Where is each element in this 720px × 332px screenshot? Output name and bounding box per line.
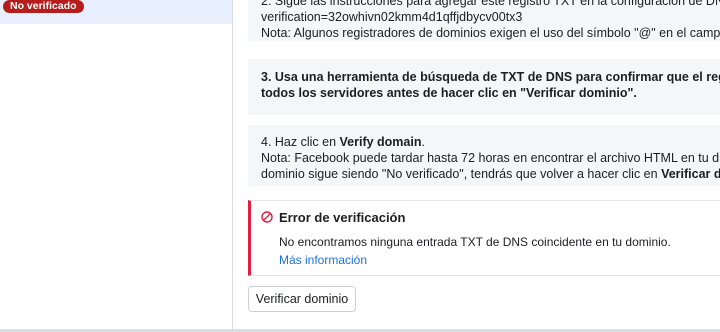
step-4-note: Nota: Facebook puede tardar hasta 72 hor… (261, 151, 720, 165)
verification-error-box: Error de verificación No encontramos nin… (248, 200, 720, 276)
main-panel: 2. Sigue las instrucciones para agregar … (233, 0, 720, 332)
step-2-line-1: 2. Sigue las instrucciones para agregar … (261, 0, 720, 8)
verify-domain-button[interactable]: Verificar dominio (248, 286, 356, 312)
step-2-verification-code: verification=32owhivn02kmm4d1qffjdbycv00… (261, 10, 523, 24)
status-badge: No verificado (3, 0, 84, 13)
selected-domain-row[interactable]: No verificado (0, 0, 232, 24)
error-message: No encontramos ninguna entrada TXT de DN… (279, 235, 671, 249)
step-3: 3. Usa una herramienta de búsqueda de TX… (248, 59, 720, 115)
step-3-line-2: todos los servidores antes de hacer clic… (261, 86, 637, 100)
step-3-line-1: 3. Usa una herramienta de búsqueda de TX… (261, 70, 720, 84)
step-4-line-3: dominio sigue siendo "No verificado", te… (261, 167, 720, 181)
more-info-link[interactable]: Más información (279, 253, 367, 267)
left-panel: No verificado (0, 0, 232, 332)
step-2-note: Nota: Algunos registradores de dominios … (261, 26, 720, 40)
step-2: 2. Sigue las instrucciones para agregar … (248, 0, 720, 41)
step-4: 4. Haz clic en Verify domain. Nota: Face… (248, 125, 720, 186)
error-title: Error de verificación (279, 210, 406, 225)
error-prohibited-icon (261, 211, 273, 223)
step-4-line-1: 4. Haz clic en Verify domain. (261, 135, 425, 149)
